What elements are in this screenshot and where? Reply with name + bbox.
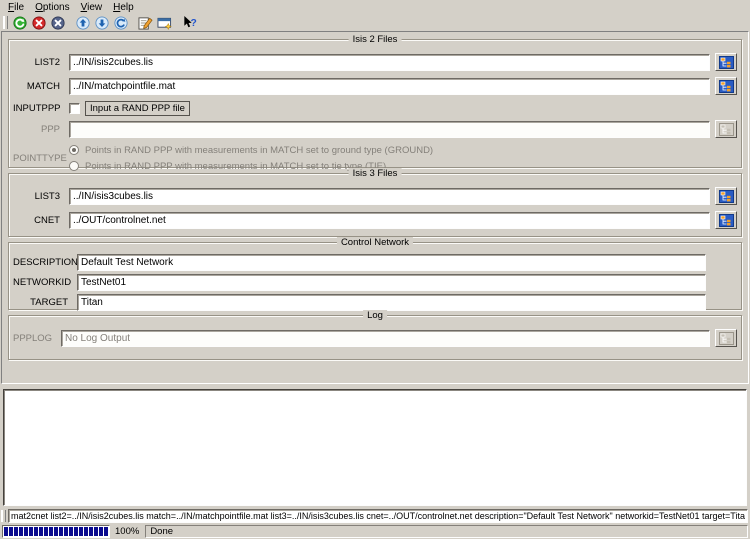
file-browse-icon bbox=[719, 190, 734, 203]
status-message-panel: Done bbox=[145, 525, 748, 538]
list2-label: LIST2 bbox=[13, 57, 69, 68]
menu-file[interactable]: File bbox=[3, 1, 30, 14]
group-title-log: Log bbox=[363, 310, 387, 321]
cnet-browse-button[interactable] bbox=[715, 211, 737, 229]
history-up-button[interactable] bbox=[74, 15, 91, 31]
cnet-input[interactable] bbox=[69, 212, 710, 229]
toolbar-grip[interactable] bbox=[3, 16, 8, 29]
menu-options[interactable]: Options bbox=[30, 1, 75, 14]
pointtype-tie-label: Points in RAND PPP with measurements in … bbox=[85, 161, 386, 172]
progress-bar-fill bbox=[4, 527, 108, 536]
group-control-network: Control Network DESCRIPTION NETWORKID TA… bbox=[8, 242, 742, 310]
history-down-button[interactable] bbox=[93, 15, 110, 31]
list3-browse-button[interactable] bbox=[715, 187, 737, 205]
output-log-view[interactable] bbox=[3, 389, 747, 506]
ppp-label: PPP bbox=[13, 124, 69, 135]
menu-view[interactable]: View bbox=[76, 1, 109, 14]
toolbar: ? bbox=[0, 14, 750, 31]
command-line-input[interactable] bbox=[8, 509, 748, 523]
match-browse-button[interactable] bbox=[715, 77, 737, 95]
history-up-icon bbox=[76, 16, 90, 30]
group-title-isis2: Isis 2 Files bbox=[349, 34, 402, 45]
networkid-label: NETWORKID bbox=[13, 277, 77, 288]
reset-button[interactable] bbox=[112, 15, 129, 31]
file-browse-icon-disabled bbox=[719, 123, 734, 136]
reset-icon bbox=[114, 16, 128, 30]
list2-input[interactable] bbox=[69, 54, 710, 71]
form-panel: Isis 2 Files LIST2 MATCH bbox=[1, 31, 749, 384]
pointtype-ground-label: Points in RAND PPP with measurements in … bbox=[85, 145, 433, 156]
command-line-bar bbox=[0, 508, 750, 523]
match-input[interactable] bbox=[69, 78, 710, 95]
run-icon bbox=[13, 16, 27, 30]
show-window-button[interactable] bbox=[156, 15, 173, 31]
networkid-input[interactable] bbox=[77, 274, 706, 291]
description-label: DESCRIPTION bbox=[13, 257, 77, 268]
inputppp-checkbox[interactable] bbox=[69, 103, 80, 114]
group-isis3-files: Isis 3 Files LIST3 CNET bbox=[8, 173, 742, 237]
group-log: Log PPPLOG bbox=[8, 315, 742, 360]
file-browse-icon bbox=[719, 214, 734, 227]
whats-this-button[interactable]: ? bbox=[181, 15, 198, 31]
progress-percent-label: 100% bbox=[110, 526, 145, 537]
group-isis2-files: Isis 2 Files LIST2 MATCH bbox=[8, 39, 742, 168]
history-down-icon bbox=[95, 16, 109, 30]
ppp-input bbox=[69, 121, 710, 138]
whats-this-icon: ? bbox=[182, 15, 197, 30]
edit-log-button[interactable] bbox=[137, 15, 154, 31]
group-title-isis3: Isis 3 Files bbox=[349, 168, 402, 179]
menu-bar: File Options View Help bbox=[0, 0, 750, 14]
run-button[interactable] bbox=[11, 15, 28, 31]
svg-text:?: ? bbox=[190, 18, 196, 29]
command-line-grip[interactable] bbox=[1, 510, 6, 522]
close-button[interactable] bbox=[49, 15, 66, 31]
progress-bar bbox=[2, 525, 110, 538]
list2-browse-button[interactable] bbox=[715, 53, 737, 71]
pointtype-tie-radio bbox=[69, 161, 79, 171]
file-browse-icon bbox=[719, 56, 734, 69]
match-label: MATCH bbox=[13, 81, 69, 92]
cnet-label: CNET bbox=[13, 215, 69, 226]
stop-icon bbox=[32, 16, 46, 30]
file-browse-icon bbox=[719, 80, 734, 93]
target-input[interactable] bbox=[77, 294, 706, 311]
stop-button[interactable] bbox=[30, 15, 47, 31]
group-title-control-network: Control Network bbox=[337, 237, 413, 248]
inputppp-checkbox-label[interactable]: Input a RAND PPP file bbox=[85, 101, 190, 116]
ppp-browse-button bbox=[715, 120, 737, 138]
show-window-icon bbox=[157, 16, 172, 30]
menu-help[interactable]: Help bbox=[108, 1, 140, 14]
status-message: Done bbox=[150, 526, 173, 537]
description-input[interactable] bbox=[77, 254, 706, 271]
ppplog-label: PPPLOG bbox=[13, 333, 61, 344]
close-icon bbox=[51, 16, 65, 30]
file-browse-icon-disabled bbox=[719, 332, 734, 345]
edit-log-icon bbox=[138, 16, 153, 30]
ppplog-input bbox=[61, 330, 710, 347]
pointtype-ground-radio bbox=[69, 145, 79, 155]
list3-label: LIST3 bbox=[13, 191, 69, 202]
inputppp-label: INPUTPPP bbox=[13, 103, 69, 114]
pointtype-label: POINTTYPE bbox=[13, 153, 69, 164]
target-label: TARGET bbox=[13, 297, 77, 308]
ppplog-browse-button bbox=[715, 329, 737, 347]
list3-input[interactable] bbox=[69, 188, 710, 205]
status-bar: 100% Done bbox=[0, 524, 750, 539]
